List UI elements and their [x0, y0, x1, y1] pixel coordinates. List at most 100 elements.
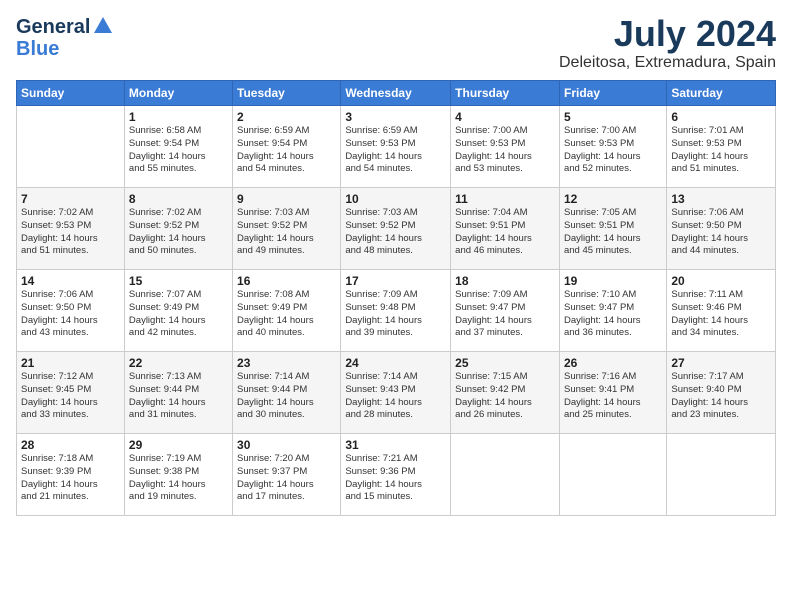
day-number: 25	[455, 356, 555, 370]
day-cell: 26Sunrise: 7:16 AM Sunset: 9:41 PM Dayli…	[559, 352, 666, 434]
day-cell: 3Sunrise: 6:59 AM Sunset: 9:53 PM Daylig…	[341, 106, 451, 188]
day-info: Sunrise: 7:14 AM Sunset: 9:43 PM Dayligh…	[345, 371, 446, 422]
day-cell: 19Sunrise: 7:10 AM Sunset: 9:47 PM Dayli…	[559, 270, 666, 352]
day-info: Sunrise: 7:04 AM Sunset: 9:51 PM Dayligh…	[455, 207, 555, 258]
day-number: 27	[671, 356, 771, 370]
day-cell: 6Sunrise: 7:01 AM Sunset: 9:53 PM Daylig…	[667, 106, 776, 188]
title-area: July 2024 Deleitosa, Extremadura, Spain	[559, 16, 776, 72]
day-info: Sunrise: 7:12 AM Sunset: 9:45 PM Dayligh…	[21, 371, 120, 422]
day-info: Sunrise: 7:08 AM Sunset: 9:49 PM Dayligh…	[237, 289, 336, 340]
day-number: 7	[21, 192, 120, 206]
day-cell	[667, 434, 776, 516]
month-title: July 2024	[559, 16, 776, 52]
day-info: Sunrise: 7:05 AM Sunset: 9:51 PM Dayligh…	[564, 207, 662, 258]
day-number: 16	[237, 274, 336, 288]
day-number: 26	[564, 356, 662, 370]
day-info: Sunrise: 7:02 AM Sunset: 9:53 PM Dayligh…	[21, 207, 120, 258]
day-cell: 28Sunrise: 7:18 AM Sunset: 9:39 PM Dayli…	[17, 434, 125, 516]
day-number: 1	[129, 110, 228, 124]
day-info: Sunrise: 7:01 AM Sunset: 9:53 PM Dayligh…	[671, 125, 771, 176]
day-info: Sunrise: 7:07 AM Sunset: 9:49 PM Dayligh…	[129, 289, 228, 340]
day-number: 17	[345, 274, 446, 288]
day-cell: 16Sunrise: 7:08 AM Sunset: 9:49 PM Dayli…	[233, 270, 341, 352]
day-cell: 5Sunrise: 7:00 AM Sunset: 9:53 PM Daylig…	[559, 106, 666, 188]
day-info: Sunrise: 7:18 AM Sunset: 9:39 PM Dayligh…	[21, 453, 120, 504]
day-cell: 11Sunrise: 7:04 AM Sunset: 9:51 PM Dayli…	[451, 188, 560, 270]
day-number: 22	[129, 356, 228, 370]
day-number: 8	[129, 192, 228, 206]
day-info: Sunrise: 7:03 AM Sunset: 9:52 PM Dayligh…	[237, 207, 336, 258]
day-info: Sunrise: 7:00 AM Sunset: 9:53 PM Dayligh…	[564, 125, 662, 176]
day-cell: 22Sunrise: 7:13 AM Sunset: 9:44 PM Dayli…	[124, 352, 232, 434]
logo: General Blue	[16, 16, 114, 60]
day-number: 28	[21, 438, 120, 452]
day-number: 20	[671, 274, 771, 288]
day-info: Sunrise: 7:06 AM Sunset: 9:50 PM Dayligh…	[671, 207, 771, 258]
day-info: Sunrise: 7:11 AM Sunset: 9:46 PM Dayligh…	[671, 289, 771, 340]
header-friday: Friday	[559, 81, 666, 106]
logo-icon	[92, 15, 114, 37]
day-cell	[559, 434, 666, 516]
day-number: 15	[129, 274, 228, 288]
day-info: Sunrise: 7:13 AM Sunset: 9:44 PM Dayligh…	[129, 371, 228, 422]
location-title: Deleitosa, Extremadura, Spain	[559, 54, 776, 72]
week-row-1: 1Sunrise: 6:58 AM Sunset: 9:54 PM Daylig…	[17, 106, 776, 188]
calendar-table: SundayMondayTuesdayWednesdayThursdayFrid…	[16, 80, 776, 516]
day-cell: 25Sunrise: 7:15 AM Sunset: 9:42 PM Dayli…	[451, 352, 560, 434]
day-number: 2	[237, 110, 336, 124]
day-info: Sunrise: 7:02 AM Sunset: 9:52 PM Dayligh…	[129, 207, 228, 258]
day-cell: 2Sunrise: 6:59 AM Sunset: 9:54 PM Daylig…	[233, 106, 341, 188]
day-info: Sunrise: 7:09 AM Sunset: 9:47 PM Dayligh…	[455, 289, 555, 340]
day-number: 6	[671, 110, 771, 124]
day-number: 4	[455, 110, 555, 124]
day-info: Sunrise: 6:58 AM Sunset: 9:54 PM Dayligh…	[129, 125, 228, 176]
day-cell: 12Sunrise: 7:05 AM Sunset: 9:51 PM Dayli…	[559, 188, 666, 270]
day-cell: 23Sunrise: 7:14 AM Sunset: 9:44 PM Dayli…	[233, 352, 341, 434]
day-cell: 10Sunrise: 7:03 AM Sunset: 9:52 PM Dayli…	[341, 188, 451, 270]
day-number: 3	[345, 110, 446, 124]
day-number: 10	[345, 192, 446, 206]
day-info: Sunrise: 6:59 AM Sunset: 9:54 PM Dayligh…	[237, 125, 336, 176]
day-number: 11	[455, 192, 555, 206]
day-cell: 9Sunrise: 7:03 AM Sunset: 9:52 PM Daylig…	[233, 188, 341, 270]
day-cell: 14Sunrise: 7:06 AM Sunset: 9:50 PM Dayli…	[17, 270, 125, 352]
header-saturday: Saturday	[667, 81, 776, 106]
day-cell: 4Sunrise: 7:00 AM Sunset: 9:53 PM Daylig…	[451, 106, 560, 188]
day-number: 29	[129, 438, 228, 452]
day-cell: 29Sunrise: 7:19 AM Sunset: 9:38 PM Dayli…	[124, 434, 232, 516]
header-sunday: Sunday	[17, 81, 125, 106]
day-cell: 1Sunrise: 6:58 AM Sunset: 9:54 PM Daylig…	[124, 106, 232, 188]
day-number: 31	[345, 438, 446, 452]
day-number: 14	[21, 274, 120, 288]
day-info: Sunrise: 7:14 AM Sunset: 9:44 PM Dayligh…	[237, 371, 336, 422]
header-tuesday: Tuesday	[233, 81, 341, 106]
logo-general: General	[16, 16, 90, 38]
week-row-3: 14Sunrise: 7:06 AM Sunset: 9:50 PM Dayli…	[17, 270, 776, 352]
day-number: 19	[564, 274, 662, 288]
day-number: 21	[21, 356, 120, 370]
day-info: Sunrise: 7:17 AM Sunset: 9:40 PM Dayligh…	[671, 371, 771, 422]
day-info: Sunrise: 7:16 AM Sunset: 9:41 PM Dayligh…	[564, 371, 662, 422]
day-info: Sunrise: 7:15 AM Sunset: 9:42 PM Dayligh…	[455, 371, 555, 422]
day-cell: 24Sunrise: 7:14 AM Sunset: 9:43 PM Dayli…	[341, 352, 451, 434]
day-cell	[17, 106, 125, 188]
day-number: 13	[671, 192, 771, 206]
day-number: 12	[564, 192, 662, 206]
logo-blue: Blue	[16, 38, 59, 60]
day-cell: 15Sunrise: 7:07 AM Sunset: 9:49 PM Dayli…	[124, 270, 232, 352]
day-info: Sunrise: 7:10 AM Sunset: 9:47 PM Dayligh…	[564, 289, 662, 340]
calendar-page: General Blue July 2024 Deleitosa, Extrem…	[0, 0, 792, 612]
day-info: Sunrise: 7:03 AM Sunset: 9:52 PM Dayligh…	[345, 207, 446, 258]
week-row-5: 28Sunrise: 7:18 AM Sunset: 9:39 PM Dayli…	[17, 434, 776, 516]
day-cell: 21Sunrise: 7:12 AM Sunset: 9:45 PM Dayli…	[17, 352, 125, 434]
header-wednesday: Wednesday	[341, 81, 451, 106]
day-cell: 20Sunrise: 7:11 AM Sunset: 9:46 PM Dayli…	[667, 270, 776, 352]
day-cell: 31Sunrise: 7:21 AM Sunset: 9:36 PM Dayli…	[341, 434, 451, 516]
header-row: SundayMondayTuesdayWednesdayThursdayFrid…	[17, 81, 776, 106]
day-cell: 7Sunrise: 7:02 AM Sunset: 9:53 PM Daylig…	[17, 188, 125, 270]
day-number: 30	[237, 438, 336, 452]
day-number: 24	[345, 356, 446, 370]
day-info: Sunrise: 7:21 AM Sunset: 9:36 PM Dayligh…	[345, 453, 446, 504]
day-info: Sunrise: 7:20 AM Sunset: 9:37 PM Dayligh…	[237, 453, 336, 504]
day-number: 18	[455, 274, 555, 288]
